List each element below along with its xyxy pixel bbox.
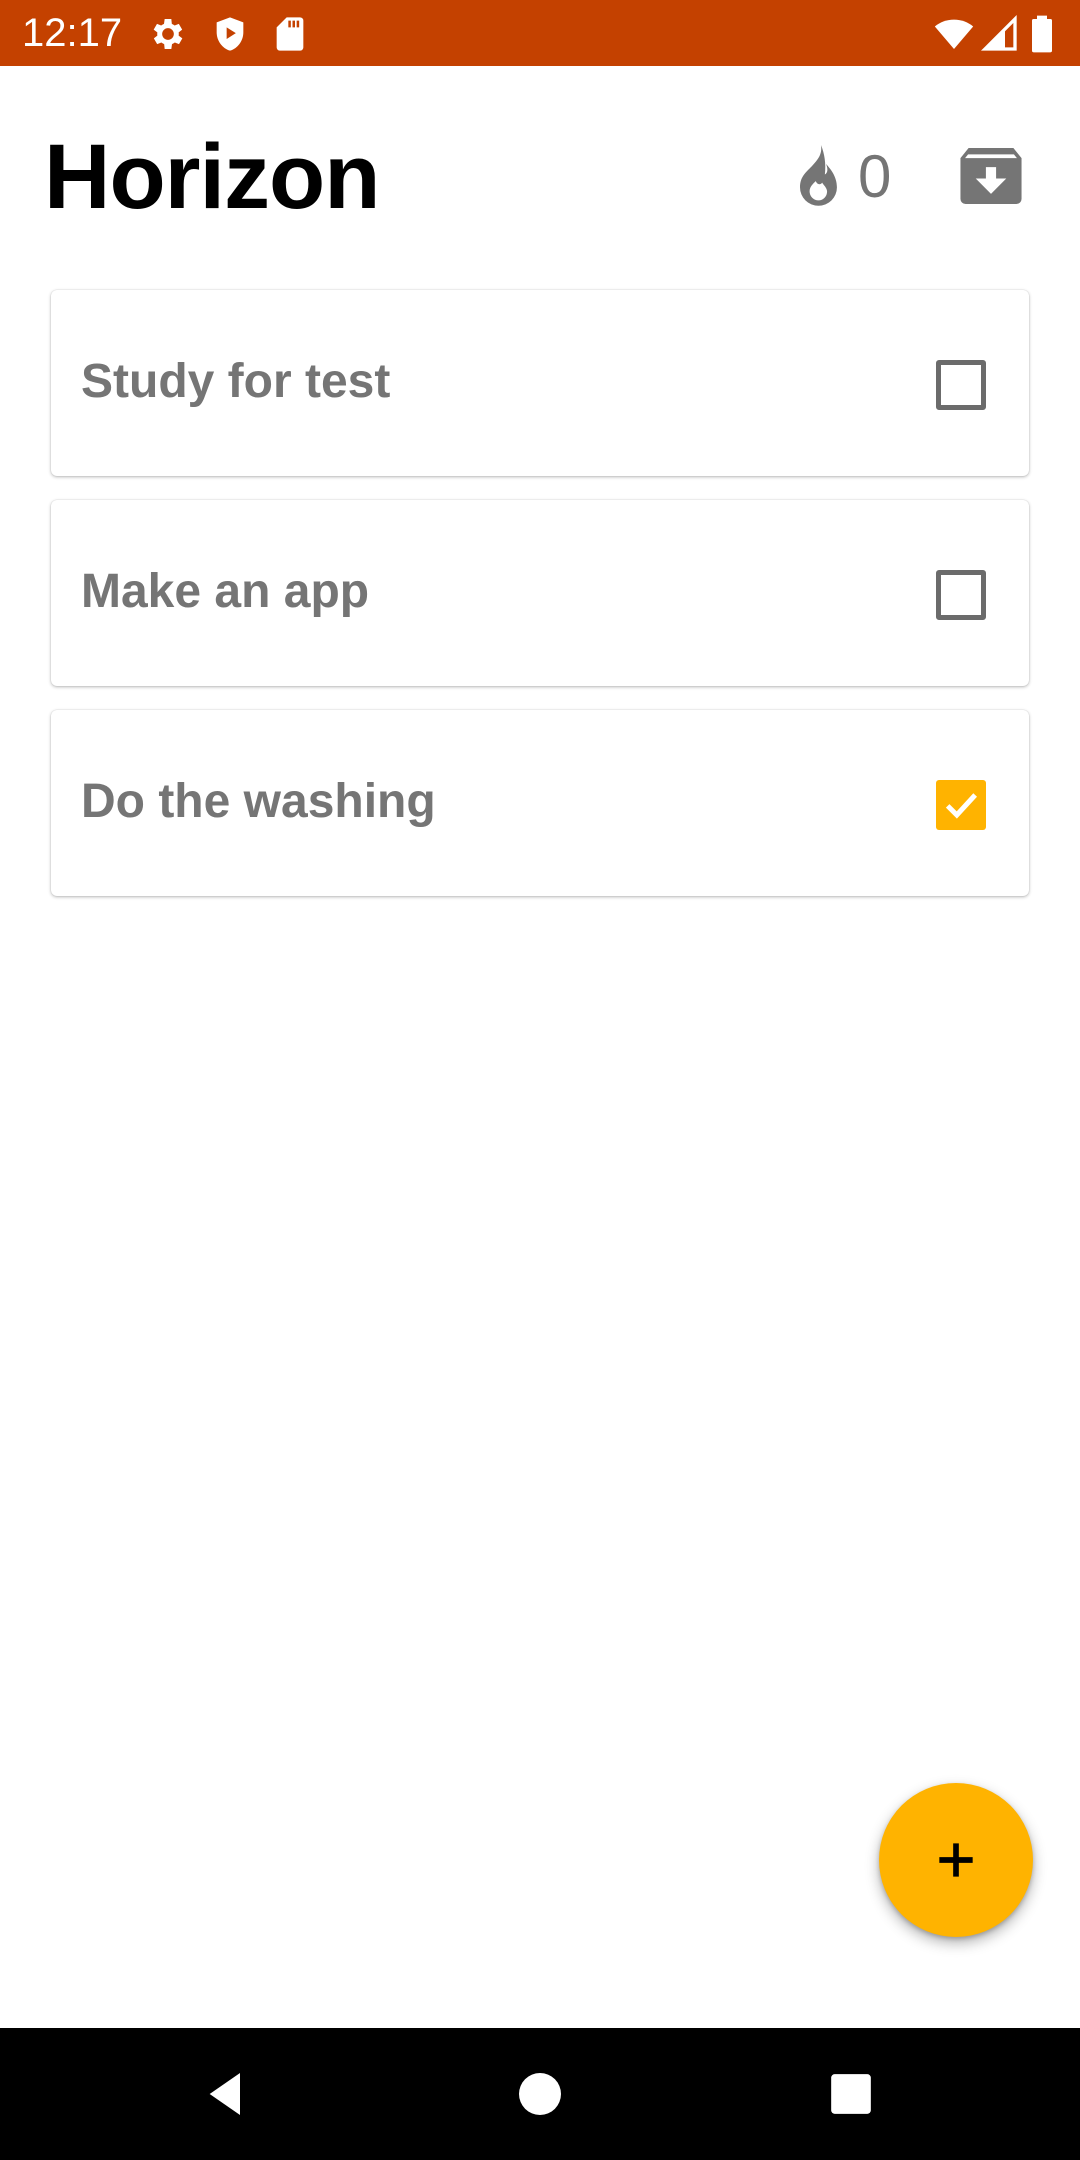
flame-icon [790, 145, 842, 209]
archive-button[interactable] [960, 148, 1022, 204]
app-title: Horizon [44, 126, 380, 228]
task-card[interactable]: Make an app [51, 500, 1029, 686]
navigation-bar [0, 2028, 1080, 2160]
screen: 12:17 Horizon 0 Study for test Make an a… [0, 0, 1080, 2160]
home-button[interactable] [512, 2066, 568, 2122]
signal-icon [980, 14, 1020, 54]
check-icon [945, 793, 978, 819]
task-checkbox[interactable] [936, 570, 986, 620]
task-list: Study for test Make an app Do the washin… [51, 290, 1029, 920]
shield-play-icon [210, 14, 250, 54]
recents-button[interactable] [823, 2066, 879, 2122]
task-label: Do the washing [81, 775, 436, 828]
settings-icon [148, 14, 188, 54]
streak-counter: 0 [790, 140, 891, 214]
plus-icon [939, 1843, 973, 1877]
task-checkbox[interactable] [936, 360, 986, 410]
back-icon [209, 2073, 240, 2115]
status-time: 12:17 [22, 11, 123, 55]
status-bar: 12:17 [0, 0, 1080, 66]
archive-icon [960, 148, 1022, 204]
battery-icon [1030, 14, 1060, 54]
recents-icon [831, 2074, 871, 2114]
task-card[interactable]: Study for test [51, 290, 1029, 476]
task-card[interactable]: Do the washing [51, 710, 1029, 896]
sd-card-icon [270, 14, 310, 54]
task-label: Make an app [81, 565, 370, 618]
add-task-button[interactable] [879, 1783, 1033, 1937]
back-button[interactable] [198, 2066, 254, 2122]
streak-count: 0 [858, 143, 892, 210]
task-checkbox-checked[interactable] [936, 780, 986, 830]
task-label: Study for test [81, 355, 391, 408]
home-icon [519, 2073, 561, 2115]
wifi-icon [934, 14, 974, 54]
